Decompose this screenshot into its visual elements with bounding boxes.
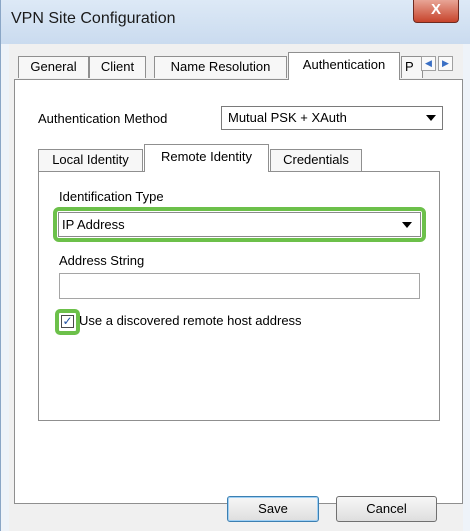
arrow-left-icon: ◀	[425, 58, 432, 68]
save-label: Save	[258, 501, 288, 516]
cancel-button[interactable]: Cancel	[336, 496, 437, 522]
identification-type-label: Identification Type	[59, 189, 164, 204]
tab-client[interactable]: Client	[89, 56, 146, 78]
arrow-right-icon: ▶	[442, 58, 449, 68]
identification-type-select[interactable]: IP Address	[58, 212, 421, 237]
identification-type-value: IP Address	[62, 217, 125, 232]
tab-authentication[interactable]: Authentication	[288, 52, 400, 80]
tab-scroll-right-button[interactable]: ▶	[438, 56, 453, 71]
tab-general[interactable]: General	[18, 56, 89, 78]
tab-label: Name Resolution	[170, 59, 271, 74]
chevron-down-icon	[426, 115, 436, 121]
use-discovered-address-checkbox[interactable]: ✓	[61, 315, 74, 328]
authentication-method-value: Mutual PSK + XAuth	[228, 110, 347, 125]
checkmark-icon: ✓	[62, 314, 73, 328]
close-icon: X	[430, 1, 441, 18]
close-button[interactable]: X	[413, 0, 459, 23]
chevron-down-icon	[402, 222, 412, 228]
cancel-label: Cancel	[366, 501, 407, 516]
tab-label: Authentication	[302, 57, 386, 72]
title-bar: VPN Site Configuration X	[1, 0, 470, 44]
save-button[interactable]: Save	[227, 496, 319, 522]
tab-remote-identity[interactable]: Remote Identity	[144, 144, 269, 172]
authentication-method-select[interactable]: Mutual PSK + XAuth	[221, 106, 443, 130]
vpn-config-window: VPN Site Configuration X General Client …	[0, 0, 470, 531]
tab-label: Client	[100, 59, 135, 74]
tab-label: Local Identity	[52, 152, 129, 167]
tab-label: General	[30, 59, 77, 74]
authentication-method-label: Authentication Method	[38, 111, 168, 126]
address-string-label: Address String	[59, 253, 145, 268]
window-title: VPN Site Configuration	[11, 10, 176, 27]
tab-p[interactable]: P	[401, 56, 423, 78]
tab-credentials[interactable]: Credentials	[270, 149, 362, 171]
tab-label: Remote Identity	[160, 149, 253, 164]
address-string-input[interactable]	[59, 273, 420, 299]
tab-scroll-left-button[interactable]: ◀	[421, 56, 436, 71]
tab-label: P	[405, 59, 414, 74]
tab-label: Credentials	[283, 152, 349, 167]
use-discovered-address-label: Use a discovered remote host address	[79, 313, 302, 328]
tab-name-resolution[interactable]: Name Resolution	[154, 56, 287, 78]
tab-local-identity[interactable]: Local Identity	[38, 149, 143, 171]
